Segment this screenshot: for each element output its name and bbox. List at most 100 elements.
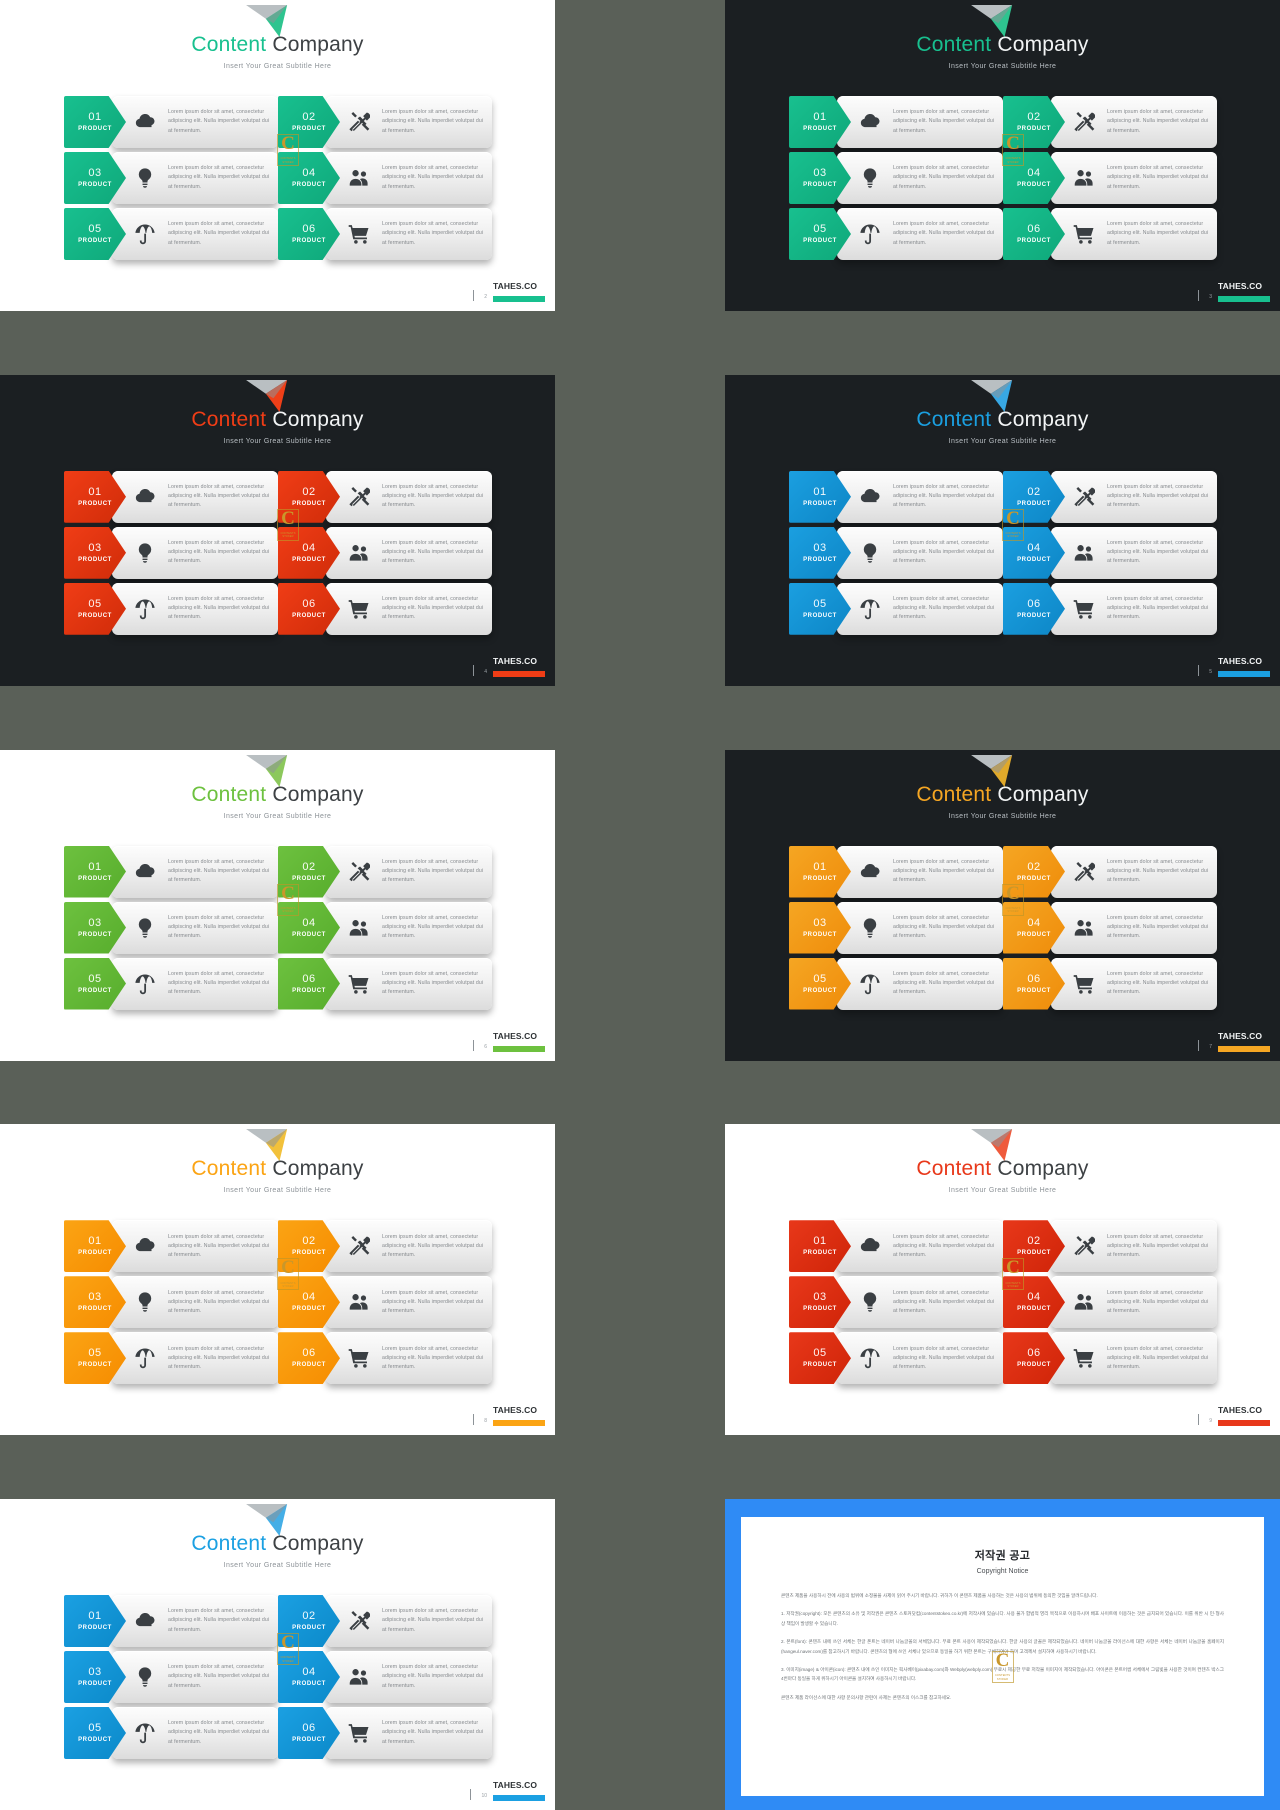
product-card[interactable]: Lorem ipsum dolor sit amet, consectetur … — [837, 208, 1003, 260]
product-item[interactable]: 01 PRODUCT Lorem ipsum dolor sit amet, con… — [64, 96, 278, 148]
product-card[interactable]: Lorem ipsum dolor sit amet, consectetur … — [326, 901, 492, 954]
slide-thumbnail[interactable]: Content Company Insert Your Great Subtitl… — [725, 374, 1280, 686]
product-card[interactable]: Lorem ipsum dolor sit amet, consectetur … — [112, 582, 278, 635]
product-card[interactable]: Lorem ipsum dolor sit amet, consectetur … — [326, 96, 492, 148]
product-item[interactable]: 05 PRODUCT Lorem ipsum dolor sit amet, con… — [789, 582, 1003, 635]
product-item[interactable]: 05 PRODUCT Lorem ipsum dolor sit amet, con… — [64, 957, 278, 1010]
product-item[interactable]: 04 PRODUCT Lorem ipsum dolor sit amet, con… — [1003, 901, 1217, 954]
product-card[interactable]: Lorem ipsum dolor sit amet, consectetur … — [326, 1276, 492, 1329]
product-item[interactable]: 06 PRODUCT Lorem ipsum dolor sit amet, con… — [278, 1332, 492, 1385]
product-item[interactable]: 05 PRODUCT Lorem ipsum dolor sit amet, con… — [789, 1332, 1003, 1385]
product-item[interactable]: 03 PRODUCT Lorem ipsum dolor sit amet, con… — [789, 901, 1003, 954]
product-item[interactable]: 04 PRODUCT Lorem ipsum dolor sit amet, con… — [1003, 1276, 1217, 1329]
product-item[interactable]: 04 PRODUCT Lorem ipsum dolor sit amet, con… — [278, 526, 492, 579]
slide-thumbnail[interactable]: Content Company Insert Your Great Subtitl… — [0, 1499, 555, 1810]
product-card[interactable]: Lorem ipsum dolor sit amet, consectetur … — [1051, 1332, 1217, 1385]
product-card[interactable]: Lorem ipsum dolor sit amet, consectetur … — [1051, 152, 1217, 204]
slide-thumbnail[interactable]: Content Company Insert Your Great Subtitl… — [0, 1124, 555, 1436]
product-card[interactable]: Lorem ipsum dolor sit amet, consectetur … — [837, 470, 1003, 523]
product-item[interactable]: 04 PRODUCT Lorem ipsum dolor sit amet, con… — [278, 152, 492, 204]
product-card[interactable]: Lorem ipsum dolor sit amet, consectetur … — [1051, 208, 1217, 260]
product-card[interactable]: Lorem ipsum dolor sit amet, consectetur … — [326, 526, 492, 579]
product-card[interactable]: Lorem ipsum dolor sit amet, consectetur … — [837, 96, 1003, 148]
product-item[interactable]: 04 PRODUCT Lorem ipsum dolor sit amet, con… — [278, 1276, 492, 1329]
product-card[interactable]: Lorem ipsum dolor sit amet, consectetur … — [326, 582, 492, 635]
product-item[interactable]: 01 PRODUCT Lorem ipsum dolor sit amet, con… — [789, 96, 1003, 148]
slide-thumbnail[interactable]: Content Company Insert Your Great Subtitl… — [725, 749, 1280, 1061]
product-card[interactable]: Lorem ipsum dolor sit amet, consectetur … — [326, 470, 492, 523]
product-item[interactable]: 03 PRODUCT Lorem ipsum dolor sit amet, con… — [64, 526, 278, 579]
product-card[interactable]: Lorem ipsum dolor sit amet, consectetur … — [112, 1707, 278, 1759]
product-item[interactable]: 06 PRODUCT Lorem ipsum dolor sit amet, con… — [278, 957, 492, 1010]
product-card[interactable]: Lorem ipsum dolor sit amet, consectetur … — [1051, 1276, 1217, 1329]
product-item[interactable]: 03 PRODUCT Lorem ipsum dolor sit amet, con… — [64, 1276, 278, 1329]
product-card[interactable]: Lorem ipsum dolor sit amet, consectetur … — [112, 845, 278, 898]
product-card[interactable]: Lorem ipsum dolor sit amet, consectetur … — [326, 1651, 492, 1703]
product-card[interactable]: Lorem ipsum dolor sit amet, consectetur … — [326, 1595, 492, 1647]
product-item[interactable]: 06 PRODUCT Lorem ipsum dolor sit amet, con… — [278, 582, 492, 635]
product-card[interactable]: Lorem ipsum dolor sit amet, consectetur … — [112, 526, 278, 579]
product-item[interactable]: 05 PRODUCT Lorem ipsum dolor sit amet, con… — [64, 582, 278, 635]
product-item[interactable]: 05 PRODUCT Lorem ipsum dolor sit amet, con… — [789, 208, 1003, 260]
product-item[interactable]: 05 PRODUCT Lorem ipsum dolor sit amet, con… — [64, 1332, 278, 1385]
product-item[interactable]: 02 PRODUCT Lorem ipsum dolor sit amet, con… — [278, 470, 492, 523]
product-card[interactable]: Lorem ipsum dolor sit amet, consectetur … — [326, 845, 492, 898]
product-card[interactable]: Lorem ipsum dolor sit amet, consectetur … — [1051, 470, 1217, 523]
product-card[interactable]: Lorem ipsum dolor sit amet, consectetur … — [837, 845, 1003, 898]
product-card[interactable]: Lorem ipsum dolor sit amet, consectetur … — [326, 957, 492, 1010]
product-card[interactable]: Lorem ipsum dolor sit amet, consectetur … — [326, 152, 492, 204]
slide-thumbnail[interactable]: Content Company Insert Your Great Subtitl… — [0, 374, 555, 686]
product-card[interactable]: Lorem ipsum dolor sit amet, consectetur … — [112, 470, 278, 523]
product-card[interactable]: Lorem ipsum dolor sit amet, consectetur … — [1051, 96, 1217, 148]
product-item[interactable]: 03 PRODUCT Lorem ipsum dolor sit amet, con… — [789, 526, 1003, 579]
product-item[interactable]: 04 PRODUCT Lorem ipsum dolor sit amet, con… — [278, 901, 492, 954]
product-card[interactable]: Lorem ipsum dolor sit amet, consectetur … — [112, 1651, 278, 1703]
product-item[interactable]: 02 PRODUCT Lorem ipsum dolor sit amet, con… — [1003, 470, 1217, 523]
product-card[interactable]: Lorem ipsum dolor sit amet, consectetur … — [837, 901, 1003, 954]
product-card[interactable]: Lorem ipsum dolor sit amet, consectetur … — [837, 1276, 1003, 1329]
product-item[interactable]: 05 PRODUCT Lorem ipsum dolor sit amet, con… — [789, 957, 1003, 1010]
product-item[interactable]: 01 PRODUCT Lorem ipsum dolor sit amet, con… — [789, 845, 1003, 898]
product-card[interactable]: Lorem ipsum dolor sit amet, consectetur … — [112, 1332, 278, 1385]
product-item[interactable]: 04 PRODUCT Lorem ipsum dolor sit amet, con… — [1003, 526, 1217, 579]
product-item[interactable]: 03 PRODUCT Lorem ipsum dolor sit amet, con… — [789, 152, 1003, 204]
product-card[interactable]: Lorem ipsum dolor sit amet, consectetur … — [837, 957, 1003, 1010]
product-item[interactable]: 06 PRODUCT Lorem ipsum dolor sit amet, con… — [278, 208, 492, 260]
product-card[interactable]: Lorem ipsum dolor sit amet, consectetur … — [112, 208, 278, 260]
product-card[interactable]: Lorem ipsum dolor sit amet, consectetur … — [837, 526, 1003, 579]
product-card[interactable]: Lorem ipsum dolor sit amet, consectetur … — [837, 582, 1003, 635]
product-card[interactable]: Lorem ipsum dolor sit amet, consectetur … — [326, 1332, 492, 1385]
product-card[interactable]: Lorem ipsum dolor sit amet, consectetur … — [1051, 582, 1217, 635]
product-item[interactable]: 06 PRODUCT Lorem ipsum dolor sit amet, con… — [1003, 208, 1217, 260]
product-item[interactable]: 02 PRODUCT Lorem ipsum dolor sit amet, con… — [278, 1595, 492, 1647]
slide-thumbnail[interactable]: Content Company Insert Your Great Subtitl… — [0, 0, 555, 311]
product-item[interactable]: 05 PRODUCT Lorem ipsum dolor sit amet, con… — [64, 208, 278, 260]
slide-thumbnail[interactable]: Content Company Insert Your Great Subtitl… — [725, 1124, 1280, 1436]
product-item[interactable]: 03 PRODUCT Lorem ipsum dolor sit amet, con… — [64, 1651, 278, 1703]
product-item[interactable]: 03 PRODUCT Lorem ipsum dolor sit amet, con… — [64, 152, 278, 204]
slide-thumbnail[interactable]: Content Company Insert Your Great Subtitl… — [0, 749, 555, 1061]
product-item[interactable]: 06 PRODUCT Lorem ipsum dolor sit amet, con… — [1003, 1332, 1217, 1385]
product-item[interactable]: 02 PRODUCT Lorem ipsum dolor sit amet, con… — [1003, 845, 1217, 898]
product-card[interactable]: Lorem ipsum dolor sit amet, consectetur … — [112, 1220, 278, 1273]
product-item[interactable]: 01 PRODUCT Lorem ipsum dolor sit amet, con… — [64, 845, 278, 898]
product-card[interactable]: Lorem ipsum dolor sit amet, consectetur … — [837, 152, 1003, 204]
product-item[interactable]: 06 PRODUCT Lorem ipsum dolor sit amet, con… — [1003, 957, 1217, 1010]
product-item[interactable]: 05 PRODUCT Lorem ipsum dolor sit amet, con… — [64, 1707, 278, 1759]
product-card[interactable]: Lorem ipsum dolor sit amet, consectetur … — [326, 1220, 492, 1273]
product-card[interactable]: Lorem ipsum dolor sit amet, consectetur … — [1051, 526, 1217, 579]
slide-thumbnail[interactable]: Content Company Insert Your Great Subtitl… — [725, 0, 1280, 311]
product-item[interactable]: 01 PRODUCT Lorem ipsum dolor sit amet, con… — [64, 1220, 278, 1273]
product-item[interactable]: 02 PRODUCT Lorem ipsum dolor sit amet, con… — [278, 845, 492, 898]
product-card[interactable]: Lorem ipsum dolor sit amet, consectetur … — [112, 1595, 278, 1647]
product-card[interactable]: Lorem ipsum dolor sit amet, consectetur … — [1051, 901, 1217, 954]
product-item[interactable]: 03 PRODUCT Lorem ipsum dolor sit amet, con… — [789, 1276, 1003, 1329]
product-card[interactable]: Lorem ipsum dolor sit amet, consectetur … — [1051, 957, 1217, 1010]
product-item[interactable]: 01 PRODUCT Lorem ipsum dolor sit amet, con… — [64, 1595, 278, 1647]
product-card[interactable]: Lorem ipsum dolor sit amet, consectetur … — [326, 1707, 492, 1759]
product-card[interactable]: Lorem ipsum dolor sit amet, consectetur … — [837, 1220, 1003, 1273]
product-card[interactable]: Lorem ipsum dolor sit amet, consectetur … — [112, 957, 278, 1010]
product-card[interactable]: Lorem ipsum dolor sit amet, consectetur … — [1051, 845, 1217, 898]
product-card[interactable]: Lorem ipsum dolor sit amet, consectetur … — [112, 96, 278, 148]
product-card[interactable]: Lorem ipsum dolor sit amet, consectetur … — [112, 901, 278, 954]
